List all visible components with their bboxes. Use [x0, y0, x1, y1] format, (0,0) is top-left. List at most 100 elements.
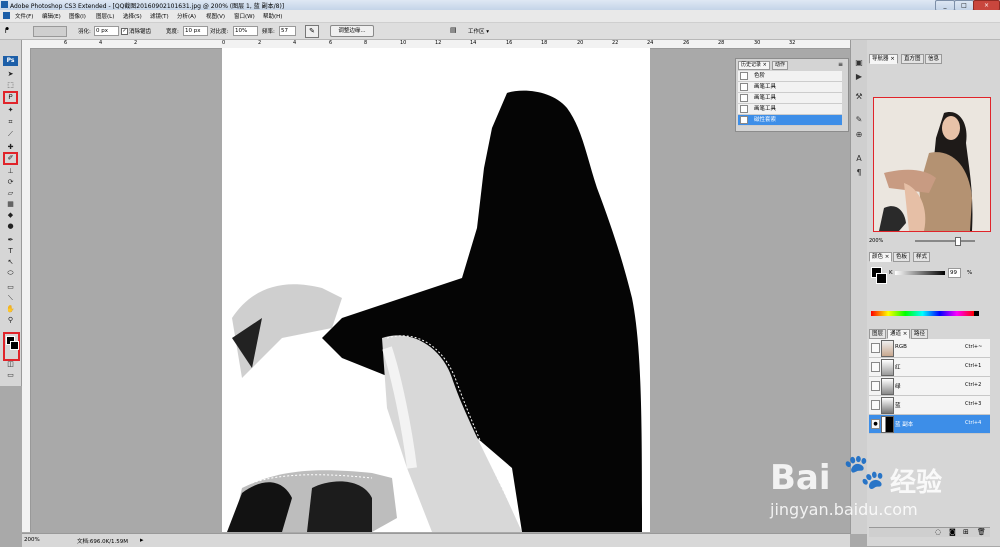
history-row-selected[interactable]: 磁性套索 [738, 115, 842, 126]
color-swatches[interactable] [3, 332, 20, 361]
menu-window[interactable]: 窗口(W) [234, 12, 255, 20]
character-dock-icon[interactable]: A [854, 154, 864, 164]
navigator-thumbnail[interactable] [873, 97, 991, 232]
pen-tool-icon[interactable]: ✒ [5, 236, 16, 245]
color-ramp-black[interactable] [974, 311, 979, 316]
quick-mask-icon[interactable]: ◫ [5, 360, 16, 369]
marquee-tool-icon[interactable]: ⬚ [5, 81, 16, 90]
tab-styles[interactable]: 样式 [913, 252, 931, 262]
refine-edge-button[interactable]: 调整边缘... [330, 25, 374, 37]
menu-edit[interactable]: 编辑(E) [42, 12, 61, 20]
contrast-input[interactable]: 10% [233, 26, 258, 36]
history-row[interactable]: 画笔工具 [738, 82, 842, 93]
magic-wand-tool-icon[interactable]: ✦ [5, 106, 16, 115]
zoom-tool-icon[interactable]: ⚲ [5, 316, 16, 325]
ruler-number: 6 [329, 40, 333, 46]
color-spectrum-ramp[interactable] [871, 311, 974, 316]
history-row[interactable]: 色阶 [738, 71, 842, 82]
lasso-preset-icon[interactable]: ᖰ [5, 26, 17, 35]
eraser-tool-icon[interactable]: ▱ [5, 189, 16, 198]
menu-layer[interactable]: 图层(L) [96, 12, 114, 20]
navigator-zoom-handle[interactable] [955, 237, 961, 246]
status-zoom[interactable]: 200% [24, 537, 40, 543]
background-color[interactable] [10, 341, 19, 350]
channel-row-blue-copy[interactable]: ● 蓝 副本 Ctrl+4 [869, 415, 990, 434]
history-snapshot-checkbox[interactable] [740, 82, 748, 91]
channel-visibility-toggle[interactable] [871, 381, 880, 391]
tab-actions[interactable]: 动作 [772, 61, 789, 70]
ps-menu-icon[interactable] [3, 12, 10, 19]
channel-row-rgb[interactable]: RGB Ctrl+~ [869, 339, 990, 358]
tab-swatches[interactable]: 色板 [893, 252, 911, 262]
history-snapshot-checkbox[interactable] [740, 71, 748, 80]
tab-paths[interactable]: 路径 [911, 329, 929, 339]
color-channel-value[interactable]: 99 [948, 268, 961, 278]
workspace-icon[interactable]: ▤ [450, 26, 462, 35]
tablet-pressure-icon[interactable]: ✎ [305, 25, 319, 38]
tab-navigator[interactable]: 导航器 × [869, 54, 898, 64]
history-row[interactable]: 画笔工具 [738, 93, 842, 104]
menu-file[interactable]: 文件(F) [15, 12, 33, 20]
gradient-tool-icon[interactable]: ▦ [5, 200, 16, 209]
antialias-checkbox[interactable]: ✓ [121, 28, 128, 35]
tab-history[interactable]: 历史记录 × [738, 61, 770, 70]
brushes-dock-icon[interactable]: ✎ [854, 115, 864, 125]
menu-select[interactable]: 选择(S) [123, 12, 142, 20]
navigator-zoom[interactable]: 200% [869, 238, 883, 244]
eye-icon[interactable]: ● [871, 419, 880, 429]
channel-row-blue[interactable]: 蓝 Ctrl+3 [869, 396, 990, 415]
paragraph-dock-icon[interactable]: ¶ [854, 168, 864, 178]
notes-tool-icon[interactable]: ▭ [5, 283, 16, 292]
selection-mode-buttons[interactable] [33, 26, 67, 37]
color-background-swatch[interactable] [876, 273, 887, 284]
history-snapshot-checkbox[interactable] [740, 93, 748, 102]
status-menu-arrow-icon[interactable]: ▸ [140, 536, 144, 544]
tools-preset-dock-icon[interactable]: ⚒ [854, 92, 864, 102]
frequency-input[interactable]: 57 [279, 26, 296, 36]
brush-tool-icon[interactable]: ✐ [3, 152, 18, 165]
tab-layers[interactable]: 图层 [869, 329, 887, 339]
history-row[interactable]: 画笔工具 [738, 104, 842, 115]
menu-analysis[interactable]: 分析(A) [177, 12, 196, 20]
hand-tool-icon[interactable]: ✋ [5, 305, 16, 314]
history-snapshot-checkbox[interactable] [740, 115, 748, 124]
channel-visibility-toggle[interactable] [871, 400, 880, 410]
color-channel-slider[interactable] [895, 271, 945, 275]
tab-info[interactable]: 信息 [925, 54, 943, 64]
width-input[interactable]: 10 px [183, 26, 208, 36]
navigator-zoom-slider[interactable] [915, 240, 975, 242]
channel-visibility-toggle[interactable] [871, 343, 880, 353]
screen-mode-icon[interactable]: ▭ [5, 371, 16, 380]
move-tool-icon[interactable]: ➤ [5, 70, 16, 79]
tab-histogram[interactable]: 直方图 [901, 54, 924, 64]
menu-help[interactable]: 帮助(H) [263, 12, 282, 20]
blur-tool-icon[interactable]: ◆ [5, 211, 16, 220]
menu-image[interactable]: 图像(I) [69, 12, 86, 20]
dodge-tool-icon[interactable]: ● [5, 222, 16, 231]
shape-tool-icon[interactable]: ⬭ [5, 269, 16, 278]
channel-row-green[interactable]: 绿 Ctrl+2 [869, 377, 990, 396]
history-dock-icon[interactable]: ▣ [854, 58, 864, 68]
document-canvas[interactable] [222, 48, 650, 532]
clone-stamp-icon[interactable]: ⊥ [5, 167, 16, 176]
healing-brush-icon[interactable]: ✚ [5, 143, 16, 152]
lasso-tool-icon[interactable]: ᑭ [3, 91, 18, 104]
crop-tool-icon[interactable]: ⌗ [5, 118, 16, 127]
menu-view[interactable]: 视图(V) [206, 12, 225, 20]
tab-channels[interactable]: 通道 × [887, 329, 911, 339]
history-snapshot-checkbox[interactable] [740, 104, 748, 113]
panel-menu-icon[interactable]: ≡ [838, 61, 843, 68]
history-brush-icon[interactable]: ⟳ [5, 178, 16, 187]
slice-tool-icon[interactable]: ⟋ [5, 130, 16, 139]
menu-filter[interactable]: 滤镜(T) [150, 12, 169, 20]
actions-dock-icon[interactable]: ▶ [854, 72, 864, 82]
type-tool-icon[interactable]: T [5, 247, 16, 256]
channel-visibility-toggle[interactable] [871, 362, 880, 372]
tab-color[interactable]: 颜色 × [869, 252, 893, 262]
feather-input[interactable]: 0 px [94, 26, 119, 36]
eyedropper-tool-icon[interactable]: ⟍ [5, 294, 16, 303]
channel-row-red[interactable]: 红 Ctrl+1 [869, 358, 990, 377]
clone-source-dock-icon[interactable]: ⊕ [854, 130, 864, 140]
path-selection-icon[interactable]: ↖ [5, 258, 16, 267]
workspace-menu[interactable]: 工作区 ▾ [468, 27, 489, 35]
